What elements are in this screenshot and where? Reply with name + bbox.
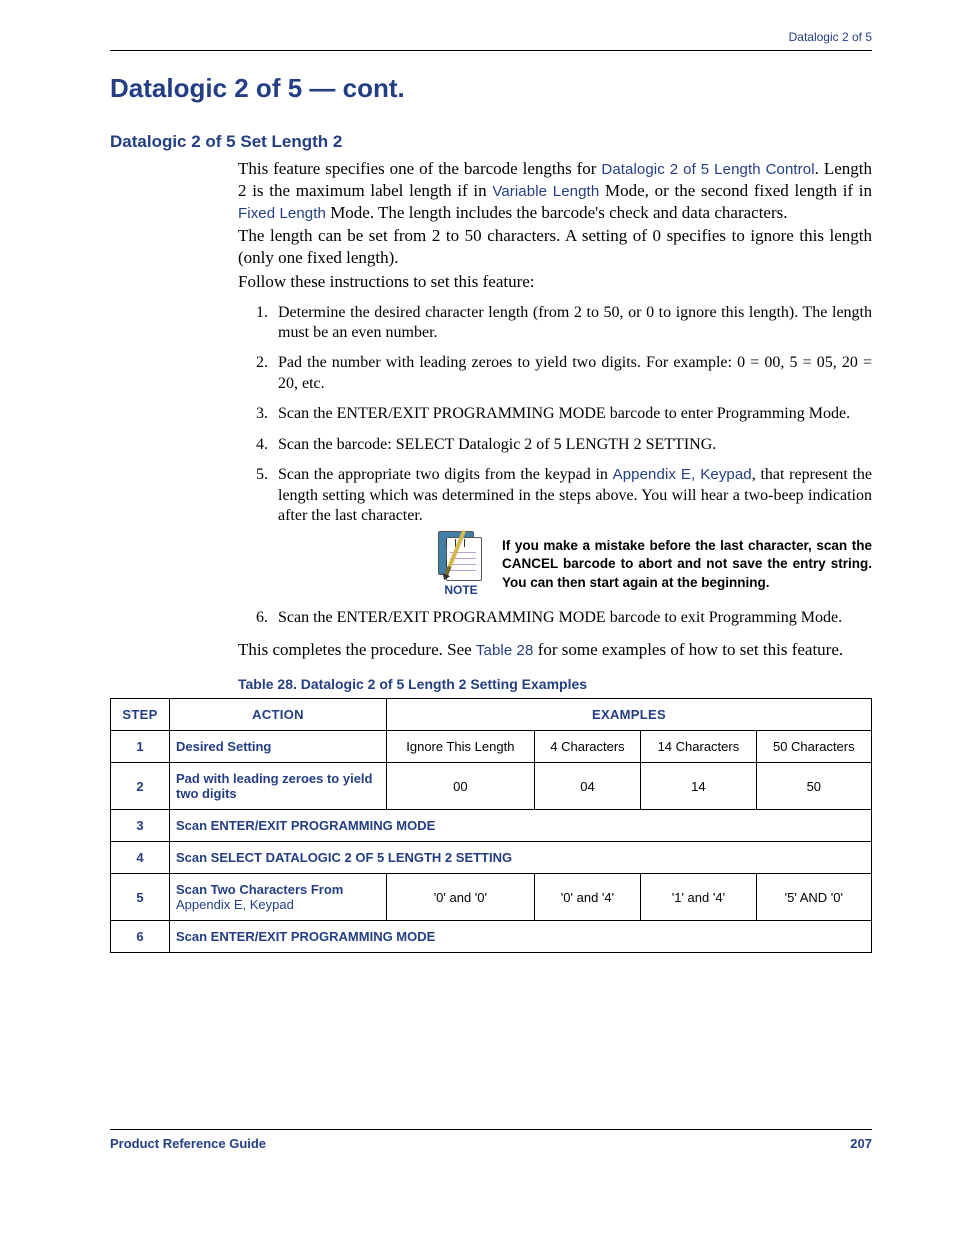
footer-rule — [110, 1129, 872, 1130]
header-step: STEP — [111, 699, 170, 731]
example-cell: 4 Characters — [534, 731, 641, 763]
table-row: 3 Scan ENTER/EXIT PROGRAMMING MODE — [111, 810, 872, 842]
full-action-cell: Scan ENTER/EXIT PROGRAMMING MODE — [170, 921, 872, 953]
step-item: Scan the appropriate two digits from the… — [272, 465, 872, 598]
action-text: Scan Two Characters From — [176, 882, 343, 897]
step-item: Scan the ENTER/EXIT PROGRAMMING MODE bar… — [272, 608, 872, 628]
example-cell: '5' AND '0' — [756, 874, 871, 921]
subsection-title: Datalogic 2 of 5 Set Length 2 — [110, 132, 872, 152]
example-cell: 00 — [387, 763, 535, 810]
section-title: Datalogic 2 of 5 — cont. — [110, 73, 872, 104]
table-caption: Table 28. Datalogic 2 of 5 Length 2 Sett… — [238, 676, 872, 692]
intro-text: Mode. The length includes the barcode's … — [326, 203, 788, 222]
step-item: Pad the number with leading zeroes to yi… — [272, 353, 872, 394]
examples-table: STEP ACTION EXAMPLES 1 Desired Setting I… — [110, 698, 872, 953]
page-number: 207 — [850, 1136, 872, 1151]
footer-left: Product Reference Guide — [110, 1136, 266, 1151]
intro-paragraph-2: The length can be set from 2 to 50 chara… — [238, 225, 872, 269]
action-cell: Scan Two Characters From Appendix E, Key… — [170, 874, 387, 921]
appendix-keypad-link[interactable]: Appendix E, Keypad — [613, 466, 752, 483]
steps-list: Determine the desired character length (… — [238, 303, 872, 629]
step-number: 5 — [111, 874, 170, 921]
step-item: Scan the barcode: SELECT Datalogic 2 of … — [272, 435, 872, 455]
running-head: Datalogic 2 of 5 — [110, 30, 872, 44]
action-cell: Pad with leading zeroes to yield two dig… — [170, 763, 387, 810]
page-footer: Product Reference Guide 207 — [110, 1129, 872, 1151]
table-link[interactable]: Table 28 — [476, 642, 534, 659]
header-action: ACTION — [170, 699, 387, 731]
note-icon — [438, 531, 484, 581]
intro-paragraph-1: This feature specifies one of the barcod… — [238, 158, 872, 223]
full-action-cell: Scan ENTER/EXIT PROGRAMMING MODE — [170, 810, 872, 842]
example-cell: 04 — [534, 763, 641, 810]
example-cell: '0' and '0' — [387, 874, 535, 921]
note-label: NOTE — [444, 583, 477, 598]
table-row: 4 Scan SELECT DATALOGIC 2 OF 5 LENGTH 2 … — [111, 842, 872, 874]
fixed-length-link[interactable]: Fixed Length — [238, 205, 326, 222]
table-row: 1 Desired Setting Ignore This Length 4 C… — [111, 731, 872, 763]
example-cell: 14 — [641, 763, 756, 810]
appendix-keypad-link[interactable]: Appendix E, Keypad — [176, 897, 294, 912]
note-block: NOTE If you make a mistake before the la… — [438, 531, 872, 598]
header-examples: EXAMPLES — [387, 699, 872, 731]
length-control-link[interactable]: Datalogic 2 of 5 Length Control — [601, 161, 814, 178]
example-cell: 50 Characters — [756, 731, 871, 763]
example-cell: Ignore This Length — [387, 731, 535, 763]
step-number: 4 — [111, 842, 170, 874]
step-number: 3 — [111, 810, 170, 842]
closing-text: for some examples of how to set this fea… — [533, 640, 843, 659]
example-cell: '1' and '4' — [641, 874, 756, 921]
step-number: 2 — [111, 763, 170, 810]
note-text: If you make a mistake before the last ch… — [502, 537, 872, 592]
closing-text: This completes the procedure. See — [238, 640, 476, 659]
intro-text: Mode, or the second fixed length if in — [599, 181, 872, 200]
variable-length-link[interactable]: Variable Length — [492, 183, 599, 200]
action-cell: Desired Setting — [170, 731, 387, 763]
example-cell: 14 Characters — [641, 731, 756, 763]
step-number: 6 — [111, 921, 170, 953]
closing-paragraph: This completes the procedure. See Table … — [238, 639, 872, 661]
step-item: Scan the ENTER/EXIT PROGRAMMING MODE bar… — [272, 404, 872, 424]
intro-paragraph-3: Follow these instructions to set this fe… — [238, 271, 872, 293]
step-number: 1 — [111, 731, 170, 763]
top-rule — [110, 50, 872, 51]
table-header-row: STEP ACTION EXAMPLES — [111, 699, 872, 731]
example-cell: 50 — [756, 763, 871, 810]
step-item: Determine the desired character length (… — [272, 303, 872, 344]
table-row: 2 Pad with leading zeroes to yield two d… — [111, 763, 872, 810]
full-action-cell: Scan SELECT DATALOGIC 2 OF 5 LENGTH 2 SE… — [170, 842, 872, 874]
table-row: 6 Scan ENTER/EXIT PROGRAMMING MODE — [111, 921, 872, 953]
table-row: 5 Scan Two Characters From Appendix E, K… — [111, 874, 872, 921]
example-cell: '0' and '4' — [534, 874, 641, 921]
step-text: Scan the appropriate two digits from the… — [278, 466, 613, 483]
intro-text: This feature specifies one of the barcod… — [238, 159, 601, 178]
